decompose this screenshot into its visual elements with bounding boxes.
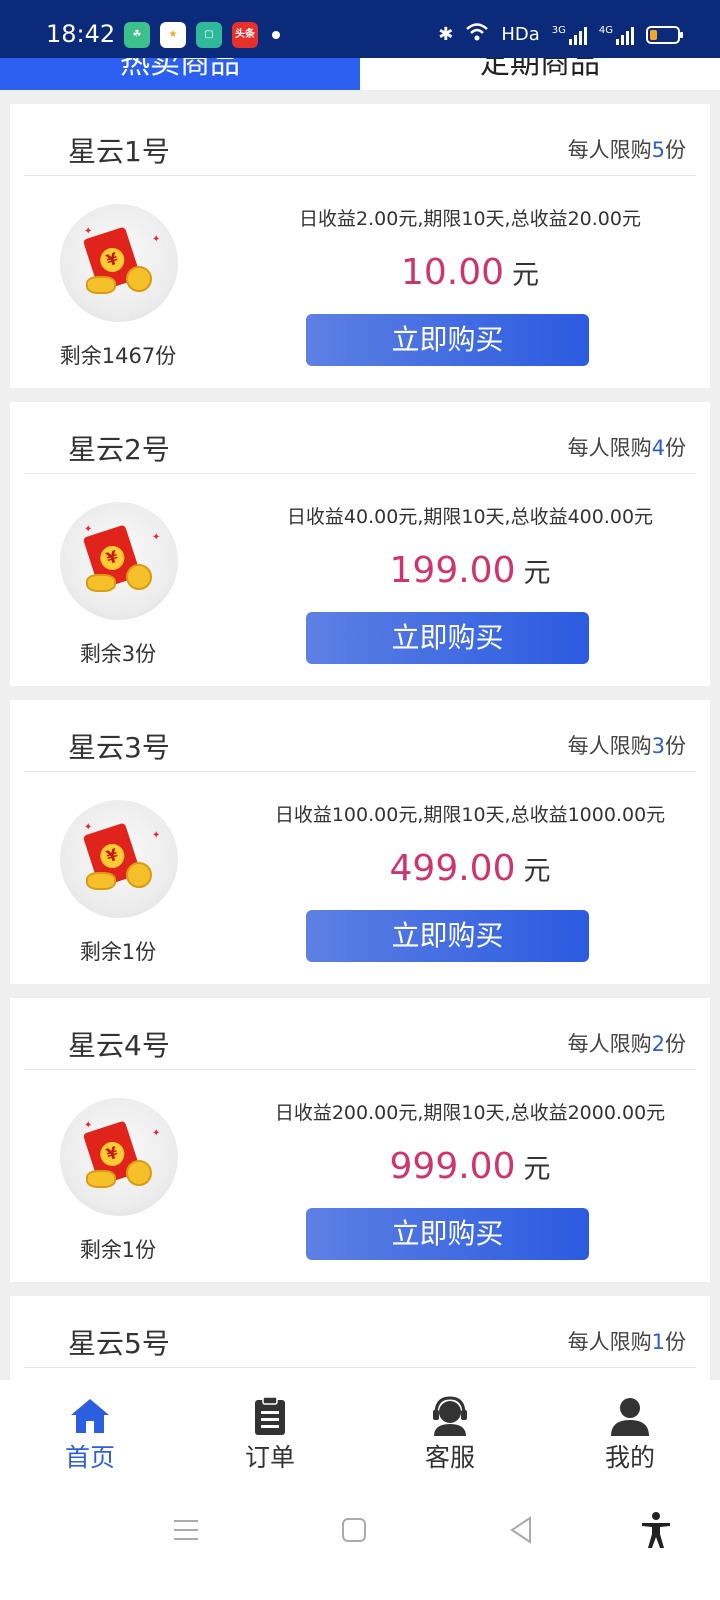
product-card: 星云3号 每人限购3份 ¥ ✦ ✦ 剩余1份 日收益100.00元,期限10天,总… (10, 700, 710, 984)
battery-icon (646, 25, 683, 44)
price-row: 499.00 元 (240, 848, 700, 889)
card-header: 星云2号 每人限购4份 (24, 402, 696, 474)
product-card: 星云2号 每人限购4份 ¥ ✦ ✦ 剩余3份 日收益40.00元,期限10天,总收… (10, 402, 710, 686)
product-description: 日收益100.00元,期限10天,总收益1000.00元 (274, 804, 666, 826)
home-icon (71, 1399, 109, 1433)
price-unit: 元 (523, 856, 551, 887)
buy-now-button[interactable]: 立即购买 (306, 910, 589, 962)
nav-label: 我的 (604, 1443, 655, 1472)
red-envelope-icon: ¥ ✦ ✦ (60, 204, 178, 322)
headset-icon (433, 1396, 467, 1436)
wifi-icon (465, 22, 489, 47)
app-3-icon: ▢ (196, 22, 222, 48)
bottom-nav: 首页 订单 客服 我的 (0, 1380, 720, 1490)
product-description: 日收益2.00元,期限10天,总收益20.00元 (299, 208, 641, 230)
user-icon (611, 1398, 649, 1436)
tab-fixed-products[interactable]: 定期商品 (360, 58, 720, 90)
remaining-stock: 剩余1份 (79, 940, 157, 964)
tab-hot-products[interactable]: 热卖商品 (0, 58, 360, 90)
accessibility-icon[interactable] (636, 1510, 676, 1550)
price-row: 999.00 元 (240, 1146, 700, 1187)
home-square-icon[interactable] (334, 1510, 374, 1550)
nav-label: 首页 (64, 1443, 115, 1472)
product-card: 星云1号 每人限购5份 ¥ ✦ ✦ 剩余1467份 日收益2.00元,期限10天,… (10, 104, 710, 388)
remaining-stock: 剩余3份 (79, 642, 157, 666)
price-unit: 元 (523, 558, 551, 589)
price-value: 999.00 (389, 1146, 516, 1187)
bluetooth-icon: ✱ (438, 24, 454, 45)
product-description: 日收益40.00元,期限10天,总收益400.00元 (286, 506, 654, 528)
notification-dot (272, 31, 280, 39)
price-unit: 元 (523, 1154, 551, 1185)
nav-profile[interactable]: 我的 (540, 1380, 720, 1490)
signal-3g-icon: 3G (552, 25, 587, 45)
clipboard-icon (255, 1396, 285, 1435)
buy-now-button[interactable]: 立即购买 (306, 314, 589, 366)
network-label: HDa (501, 24, 540, 45)
signal-4g-icon: 4G (599, 25, 634, 45)
price-row: 199.00 元 (240, 550, 700, 591)
remaining-stock: 剩余1467份 (59, 344, 177, 368)
card-header: 星云4号 每人限购2份 (24, 998, 696, 1070)
product-title: 星云3号 (68, 731, 170, 764)
buy-now-button[interactable]: 立即购买 (306, 612, 589, 664)
card-header: 星云1号 每人限购5份 (24, 104, 696, 176)
nav-support[interactable]: 客服 (360, 1380, 540, 1490)
app-1-icon: ☘ (124, 22, 150, 48)
nav-label: 客服 (424, 1443, 475, 1472)
product-description: 日收益200.00元,期限10天,总收益2000.00元 (274, 1102, 666, 1124)
price-row: 10.00 元 (240, 252, 700, 293)
price-value: 199.00 (389, 550, 516, 591)
card-header: 星云5号 每人限购1份 (24, 1296, 696, 1368)
red-envelope-icon: ¥ ✦ ✦ (60, 800, 178, 918)
red-envelope-icon: ¥ ✦ ✦ (60, 1098, 178, 1216)
price-value: 499.00 (389, 848, 516, 889)
red-envelope-icon: ¥ ✦ ✦ (60, 502, 178, 620)
tab-label: 热卖商品 (120, 58, 240, 81)
nav-home[interactable]: 首页 (0, 1380, 180, 1490)
category-tabs: 热卖商品 定期商品 (0, 58, 720, 90)
card-header: 星云3号 每人限购3份 (24, 700, 696, 772)
product-card: 星云4号 每人限购2份 ¥ ✦ ✦ 剩余1份 日收益200.00元,期限10天,总… (10, 998, 710, 1282)
product-title: 星云2号 (68, 433, 170, 466)
menu-icon[interactable] (166, 1510, 206, 1550)
status-app-icons: ☘ ★ ▢ 头条 (124, 22, 258, 48)
app-2-icon: ★ (160, 22, 186, 48)
purchase-limit: 每人限购4份 (567, 436, 686, 460)
nav-label: 订单 (244, 1443, 295, 1472)
status-bar: 18:42 ☘ ★ ▢ 头条 ✱ HDa 3G 4G (0, 0, 720, 58)
price-value: 10.00 (400, 252, 505, 293)
back-icon[interactable] (502, 1510, 542, 1550)
purchase-limit: 每人限购5份 (567, 138, 686, 162)
remaining-stock: 剩余1份 (79, 1238, 157, 1262)
status-time: 18:42 (46, 20, 116, 48)
purchase-limit: 每人限购2份 (567, 1032, 686, 1056)
purchase-limit: 每人限购1份 (567, 1330, 686, 1354)
product-title: 星云4号 (68, 1029, 170, 1062)
nav-orders[interactable]: 订单 (180, 1380, 360, 1490)
status-indicators: ✱ HDa 3G 4G (438, 22, 683, 47)
price-unit: 元 (512, 260, 540, 291)
tab-label: 定期商品 (480, 58, 600, 81)
product-list[interactable]: 星云1号 每人限购5份 ¥ ✦ ✦ 剩余1467份 日收益2.00元,期限10天,… (10, 104, 710, 1400)
product-title: 星云1号 (68, 135, 170, 168)
purchase-limit: 每人限购3份 (567, 734, 686, 758)
buy-now-button[interactable]: 立即购买 (306, 1208, 589, 1260)
product-title: 星云5号 (68, 1327, 170, 1360)
toutiao-icon: 头条 (232, 22, 258, 48)
system-nav-bar (0, 1490, 720, 1600)
